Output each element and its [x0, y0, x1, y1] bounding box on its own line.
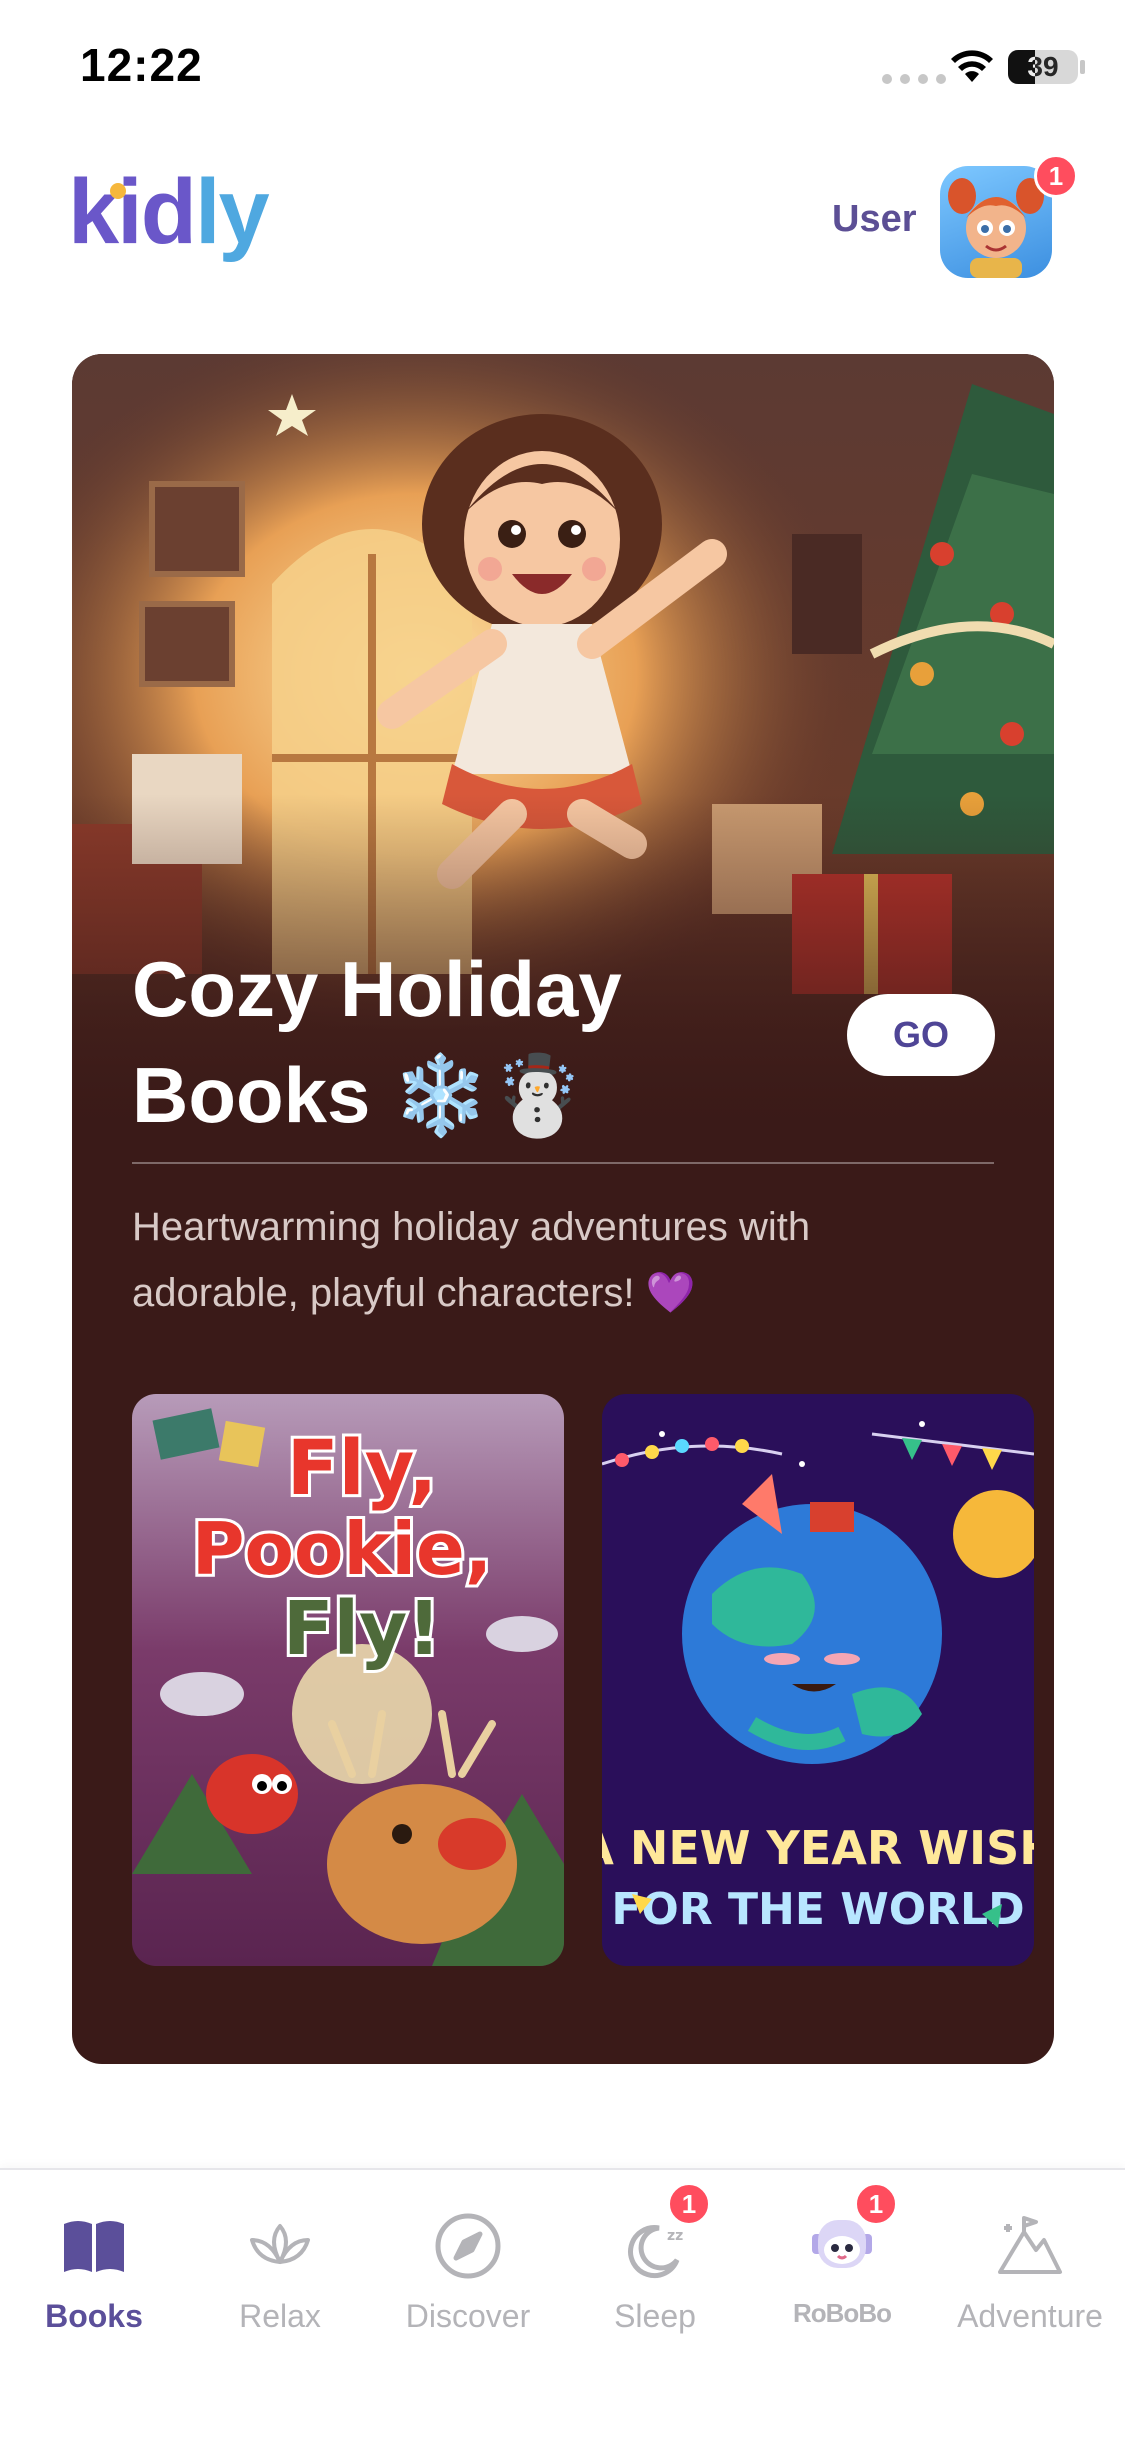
- tab-sleep[interactable]: zz 1 Sleep: [565, 2182, 745, 2335]
- app-logo: kidly: [68, 161, 270, 263]
- lotus-icon: [250, 2224, 310, 2264]
- status-bar: 12:22 39: [0, 0, 1125, 140]
- tab-label: Relax: [239, 2298, 321, 2334]
- tab-relax[interactable]: Relax: [190, 2210, 370, 2335]
- mountain-icon: [998, 2216, 1062, 2274]
- cellular-signal-icon: [882, 74, 946, 84]
- user-name[interactable]: User: [832, 198, 917, 241]
- tab-adventure[interactable]: Adventure: [940, 2210, 1120, 2335]
- tab-label: Books: [45, 2298, 143, 2334]
- collection-description: Heartwarming holiday adventures with ado…: [132, 1205, 811, 1315]
- notification-badge: 1: [854, 2182, 898, 2226]
- divider: [132, 1162, 994, 1164]
- tab-bar: Books Relax Discover zz 1 Sleep 1 RoBoBo…: [0, 2168, 1125, 2438]
- book-title-line: Pookie,: [192, 1507, 492, 1591]
- featured-collection-card[interactable]: Cozy Holiday Books ❄️☃️ GO Heartwarming …: [72, 354, 1054, 2064]
- compass-icon: [435, 2213, 501, 2279]
- tab-books[interactable]: Books: [4, 2210, 184, 2335]
- collection-title: Cozy Holiday Books ❄️☃️: [132, 945, 622, 1139]
- book-title-line: FOR THE WORLD: [611, 1884, 1024, 1935]
- book-title-line: Fly,: [287, 1423, 437, 1512]
- tab-label: RoBoBo: [793, 2298, 892, 2328]
- battery-icon: 39: [1008, 50, 1078, 84]
- book-cover-fly-pookie-fly[interactable]: Fly, Pookie, Fly!: [132, 1394, 564, 1966]
- notification-badge: 1: [1034, 154, 1078, 198]
- notification-badge: 1: [667, 2182, 711, 2226]
- status-time: 12:22: [80, 39, 203, 91]
- book-cover-new-year-wish[interactable]: A NEW YEAR WISH FOR THE WORLD: [602, 1394, 1034, 1966]
- tab-label: Sleep: [614, 2298, 696, 2334]
- battery-level: 39: [1027, 51, 1059, 82]
- book-title-line: A NEW YEAR WISH: [602, 1821, 1034, 1875]
- tab-discover[interactable]: Discover: [378, 2210, 558, 2335]
- svg-text:zz: zz: [667, 2228, 683, 2244]
- tab-robobo[interactable]: 1 RoBoBo: [752, 2182, 932, 2329]
- wifi-icon: [951, 50, 993, 82]
- book-icon: [64, 2221, 124, 2272]
- go-button[interactable]: GO: [847, 994, 995, 1076]
- book-title-line: Fly!: [283, 1586, 441, 1672]
- tab-label: Adventure: [957, 2298, 1103, 2334]
- tab-label: Discover: [405, 2298, 531, 2334]
